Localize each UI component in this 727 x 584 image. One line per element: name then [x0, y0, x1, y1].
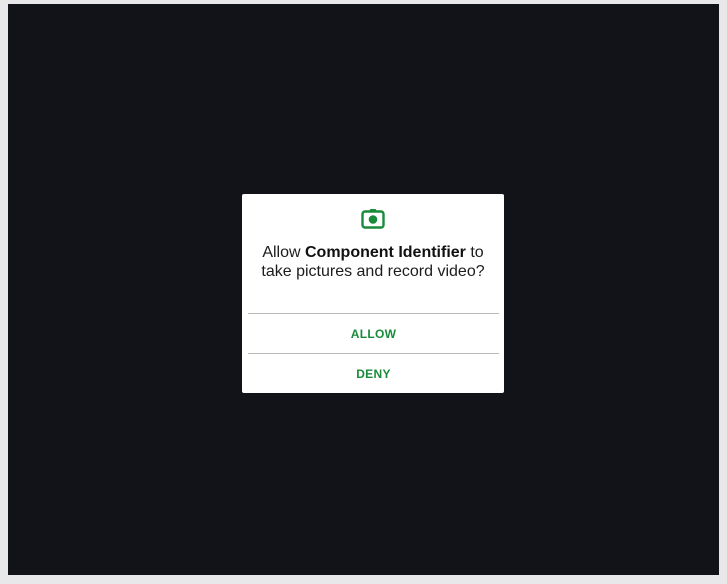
permission-dialog: Allow Component Identifier to take pictu… — [242, 194, 504, 393]
camera-icon — [361, 208, 385, 230]
deny-button[interactable]: DENY — [248, 354, 499, 393]
app-name: Component Identifier — [305, 244, 466, 261]
allow-button[interactable]: ALLOW — [248, 314, 499, 353]
device-screen: Allow Component Identifier to take pictu… — [8, 4, 719, 575]
message-prefix: Allow — [262, 244, 305, 261]
permission-message: Allow Component Identifier to take pictu… — [252, 243, 494, 281]
